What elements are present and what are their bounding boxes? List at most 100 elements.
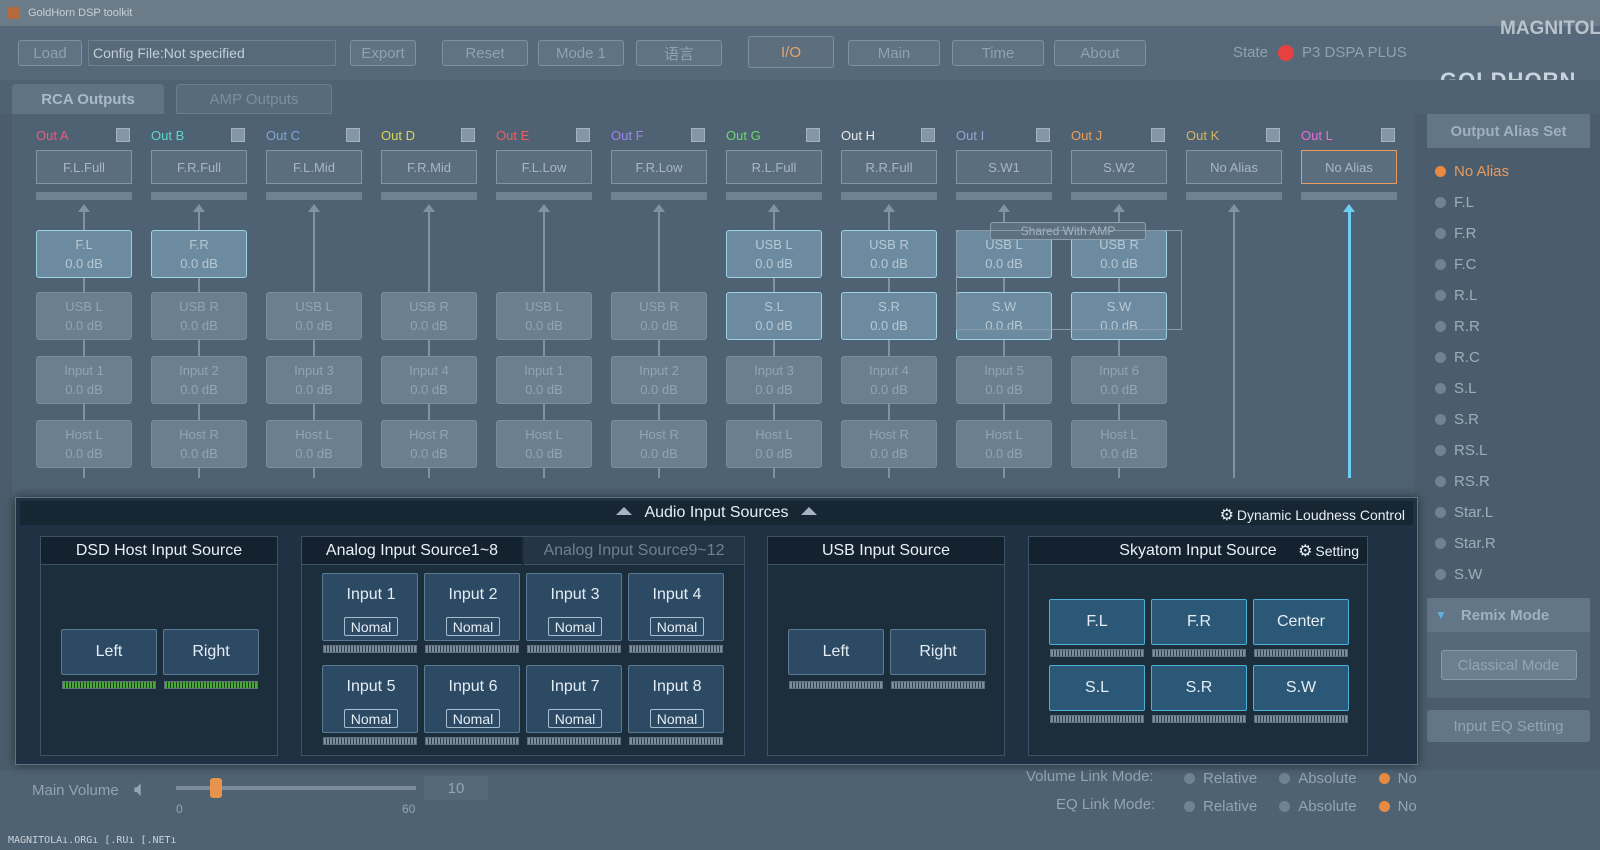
source-mix-slot[interactable]: Host L 0.0 dB <box>726 420 822 468</box>
eq-link-no[interactable]: No <box>1378 798 1417 815</box>
skyatom-channel-button[interactable]: S.R <box>1151 665 1247 711</box>
source-mix-slot[interactable]: F.R 0.0 dB <box>151 230 247 278</box>
source-mix-slot[interactable]: Input 3 0.0 dB <box>266 356 362 404</box>
output-alias-field[interactable]: F.L.Full <box>36 150 132 184</box>
dsd-left-button[interactable]: Left <box>61 629 157 675</box>
alias-option[interactable]: Star.R <box>1427 528 1590 559</box>
output-alias-field[interactable]: F.R.Low <box>611 150 707 184</box>
volume-slider-thumb[interactable] <box>210 778 222 798</box>
output-alias-field[interactable]: F.R.Full <box>151 150 247 184</box>
output-alias-field[interactable]: F.R.Mid <box>381 150 477 184</box>
analog-input-button[interactable]: Input 7 Nomal <box>526 665 622 733</box>
eq-link-relative[interactable]: Relative <box>1184 798 1257 815</box>
source-mix-slot[interactable]: Host L 0.0 dB <box>496 420 592 468</box>
output-alias-field[interactable]: No Alias <box>1301 150 1397 184</box>
source-mix-slot[interactable]: Host L 0.0 dB <box>36 420 132 468</box>
input-mode-badge[interactable]: Nomal <box>446 709 500 728</box>
output-enable-checkbox[interactable] <box>1381 128 1395 142</box>
source-mix-slot[interactable]: Input 5 0.0 dB <box>956 356 1052 404</box>
source-mix-slot[interactable]: USB R 0.0 dB <box>611 292 707 340</box>
skyatom-channel-button[interactable]: S.L <box>1049 665 1145 711</box>
output-alias-field[interactable]: F.L.Low <box>496 150 592 184</box>
volume-value[interactable]: 10 <box>424 776 488 800</box>
input-mode-badge[interactable]: Nomal <box>650 709 704 728</box>
speaker-icon[interactable]: 🔈︎ <box>134 776 147 802</box>
input-mode-badge[interactable]: Nomal <box>344 709 398 728</box>
load-button[interactable]: Load <box>18 40 82 66</box>
source-mix-slot[interactable]: Host R 0.0 dB <box>151 420 247 468</box>
source-mix-slot[interactable]: Input 3 0.0 dB <box>726 356 822 404</box>
output-alias-field[interactable]: No Alias <box>1186 150 1282 184</box>
input-mode-badge[interactable]: Nomal <box>344 617 398 636</box>
alias-option[interactable]: F.R <box>1427 218 1590 249</box>
output-alias-field[interactable]: S.W1 <box>956 150 1052 184</box>
source-mix-slot[interactable]: Input 1 0.0 dB <box>36 356 132 404</box>
output-alias-field[interactable]: R.R.Full <box>841 150 937 184</box>
skyatom-channel-button[interactable]: S.W <box>1253 665 1349 711</box>
output-enable-checkbox[interactable] <box>921 128 935 142</box>
up-arrow-icon[interactable] <box>616 507 633 515</box>
volume-link-no[interactable]: No <box>1378 770 1417 787</box>
output-enable-checkbox[interactable] <box>461 128 475 142</box>
source-mix-slot[interactable]: Host L 0.0 dB <box>266 420 362 468</box>
skyatom-channel-button[interactable]: F.R <box>1151 599 1247 645</box>
source-mix-slot[interactable]: USB L 0.0 dB <box>496 292 592 340</box>
source-mix-slot[interactable]: S.W 0.0 dB <box>956 292 1052 340</box>
output-enable-checkbox[interactable] <box>1151 128 1165 142</box>
source-mix-slot[interactable]: Input 4 0.0 dB <box>841 356 937 404</box>
source-mix-slot[interactable]: USB R 0.0 dB <box>841 230 937 278</box>
source-mix-slot[interactable]: Input 2 0.0 dB <box>611 356 707 404</box>
output-enable-checkbox[interactable] <box>116 128 130 142</box>
analog-input-button[interactable]: Input 1 Nomal <box>322 573 418 641</box>
output-enable-checkbox[interactable] <box>576 128 590 142</box>
tab-about[interactable]: About <box>1054 40 1146 66</box>
output-enable-checkbox[interactable] <box>346 128 360 142</box>
output-enable-checkbox[interactable] <box>1266 128 1280 142</box>
classical-mode-button[interactable]: Classical Mode <box>1440 650 1577 680</box>
usb-left-button[interactable]: Left <box>788 629 884 675</box>
source-mix-slot[interactable]: USB L 0.0 dB <box>266 292 362 340</box>
source-mix-slot[interactable]: S.R 0.0 dB <box>841 292 937 340</box>
alias-option[interactable]: S.W <box>1427 559 1590 590</box>
source-mix-slot[interactable]: USB L 0.0 dB <box>726 230 822 278</box>
reset-button[interactable]: Reset <box>442 40 528 66</box>
export-button[interactable]: Export <box>350 40 416 66</box>
input-eq-setting-button[interactable]: Input EQ Setting <box>1427 710 1590 742</box>
source-mix-slot[interactable]: Host R 0.0 dB <box>611 420 707 468</box>
analog-input-button[interactable]: Input 2 Nomal <box>424 573 520 641</box>
analog-input-button[interactable]: Input 5 Nomal <box>322 665 418 733</box>
source-mix-slot[interactable]: S.W 0.0 dB <box>1071 292 1167 340</box>
dsd-right-button[interactable]: Right <box>163 629 259 675</box>
volume-link-relative[interactable]: Relative <box>1184 770 1257 787</box>
mode-button[interactable]: Mode 1 <box>538 40 624 66</box>
source-mix-slot[interactable]: Host R 0.0 dB <box>381 420 477 468</box>
tab-rca-outputs[interactable]: RCA Outputs <box>12 84 164 114</box>
source-mix-slot[interactable]: Input 4 0.0 dB <box>381 356 477 404</box>
volume-link-absolute[interactable]: Absolute <box>1279 770 1357 787</box>
up-arrow-icon[interactable] <box>800 507 817 515</box>
skyatom-channel-button[interactable]: F.L <box>1049 599 1145 645</box>
source-mix-slot[interactable]: Host L 0.0 dB <box>956 420 1052 468</box>
input-mode-badge[interactable]: Nomal <box>650 617 704 636</box>
input-mode-badge[interactable]: Nomal <box>548 709 602 728</box>
output-enable-checkbox[interactable] <box>691 128 705 142</box>
input-mode-badge[interactable]: Nomal <box>548 617 602 636</box>
analog-input-button[interactable]: Input 4 Nomal <box>628 573 724 641</box>
source-mix-slot[interactable]: USB R 0.0 dB <box>381 292 477 340</box>
source-mix-slot[interactable]: F.L 0.0 dB <box>36 230 132 278</box>
tab-main[interactable]: Main <box>848 40 940 66</box>
source-mix-slot[interactable]: USB L 0.0 dB <box>36 292 132 340</box>
output-enable-checkbox[interactable] <box>231 128 245 142</box>
alias-option[interactable]: F.L <box>1427 187 1590 218</box>
tab-io[interactable]: I/O <box>748 36 834 68</box>
language-button[interactable]: 语言 <box>636 40 722 66</box>
source-mix-slot[interactable]: USB R 0.0 dB <box>151 292 247 340</box>
output-alias-field[interactable]: R.L.Full <box>726 150 822 184</box>
source-mix-slot[interactable]: Input 1 0.0 dB <box>496 356 592 404</box>
eq-link-absolute[interactable]: Absolute <box>1279 798 1357 815</box>
alias-option[interactable]: S.L <box>1427 373 1590 404</box>
input-mode-badge[interactable]: Nomal <box>446 617 500 636</box>
skyatom-channel-button[interactable]: Center <box>1253 599 1349 645</box>
alias-option[interactable]: R.L <box>1427 280 1590 311</box>
alias-option[interactable]: R.R <box>1427 311 1590 342</box>
